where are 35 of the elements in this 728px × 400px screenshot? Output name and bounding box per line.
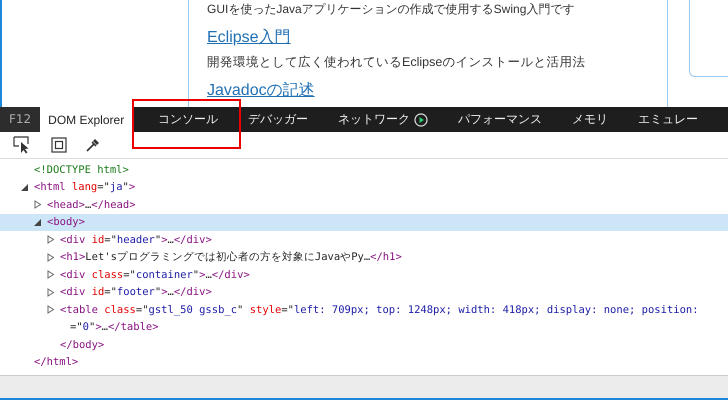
section-link[interactable]: Javadocの記述: [207, 80, 667, 101]
code-line: <!DOCTYPE html>: [34, 164, 129, 176]
expand-toggle-icon[interactable]: [46, 235, 55, 244]
code-line: <body>: [47, 216, 85, 228]
devtools-tab[interactable]: コンソール: [132, 107, 234, 132]
devtools-tab[interactable]: ネットワーク: [323, 107, 444, 132]
expand-toggle-icon[interactable]: [46, 288, 55, 297]
code-line: </html>: [34, 356, 78, 368]
code-line: </body>: [60, 338, 104, 351]
description-text: GUIを使ったJavaアプリケーションの作成で使用するSwing入門です: [207, 1, 576, 18]
code-line: ="0">…</table>: [70, 321, 159, 334]
code-line: <div class="container">…</div>: [60, 268, 250, 281]
description-text: 開発環境として広く使われているEclipseのインストールと活用法: [207, 54, 586, 71]
expand-toggle-icon[interactable]: [46, 305, 55, 314]
expand-toggle-icon[interactable]: [46, 270, 55, 280]
expand-toggle-icon[interactable]: [33, 218, 42, 227]
code-line: <div id="header">…</div>: [60, 234, 212, 246]
code-line: <table class="gstl_50 gssb_c" style="left: 709px; top: 1248px; width: 418px; display: none; position:: [60, 304, 699, 316]
section-link[interactable]: Eclipse入門: [207, 27, 667, 48]
devtools-tab[interactable]: パフォーマンス: [443, 107, 558, 132]
selected-row[interactable]: <body>: [0, 214, 728, 231]
expand-toggle-icon[interactable]: [33, 200, 42, 210]
f12-label: F12: [0, 107, 40, 132]
expand-toggle-icon[interactable]: [46, 252, 55, 262]
square-icon[interactable]: [51, 137, 67, 153]
code-line: <html lang="ja">: [34, 181, 136, 194]
code-line: <h1>Let'sプログラミングでは初心者の方を対象にJavaやPy…</h1>: [60, 250, 402, 264]
eyedropper-icon[interactable]: [85, 137, 101, 153]
devtools-tab[interactable]: メモリ: [557, 107, 624, 132]
code-line: <head>…</head>: [47, 198, 136, 211]
devtools-tab[interactable]: エミュレー: [623, 107, 714, 132]
devtools-tab[interactable]: DOM Explorer: [40, 107, 132, 132]
code-line: <div id="footer">…</div>: [60, 286, 212, 298]
devtools-tab[interactable]: デバッガー: [233, 107, 324, 132]
expand-toggle-icon[interactable]: [20, 182, 29, 192]
